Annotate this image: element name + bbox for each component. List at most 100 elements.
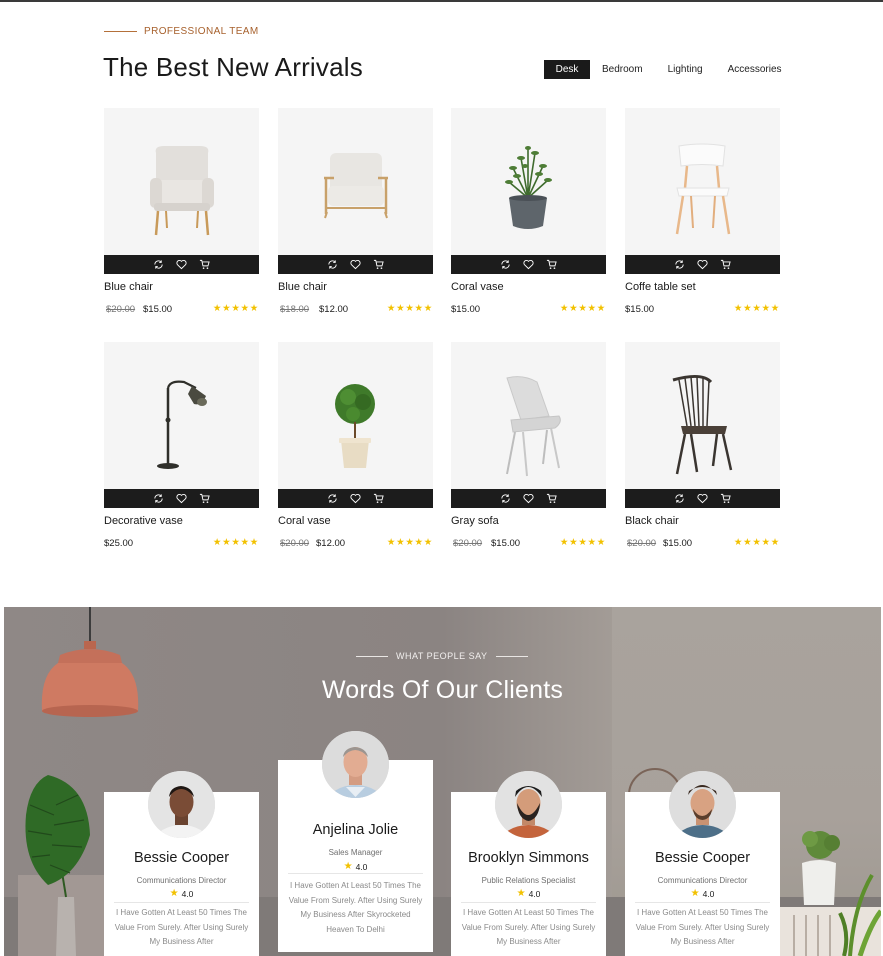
- product-price: $15.00: [451, 304, 481, 315]
- product-card[interactable]: Blue chair $18.00 $12.00 ★★★★★: [278, 108, 433, 323]
- product-price-row: $18.00 $12.00 ★★★★★: [278, 303, 433, 316]
- side-shelf-plant-icon: [780, 831, 881, 956]
- clients-eyebrow: WHAT PEOPLE SAY: [356, 651, 528, 661]
- product-card[interactable]: Coral vase $15.00 ★★★★★: [451, 108, 606, 323]
- cart-icon[interactable]: [373, 259, 385, 271]
- product-image[interactable]: [278, 342, 433, 490]
- product-card[interactable]: Blue chair $20.00 $15.00 ★★★★★: [104, 108, 259, 323]
- heart-icon[interactable]: [176, 493, 188, 505]
- refresh-icon[interactable]: [674, 259, 686, 271]
- divider: [114, 902, 249, 903]
- avatar: [669, 771, 736, 838]
- cart-icon[interactable]: [199, 493, 211, 505]
- product-image[interactable]: [278, 108, 433, 256]
- client-role: Sales Manager: [328, 848, 383, 857]
- product-price: $25.00: [104, 538, 134, 549]
- heart-icon[interactable]: [523, 493, 535, 505]
- product-price-row: $15.00 ★★★★★: [451, 303, 606, 316]
- product-name[interactable]: Coral vase: [278, 515, 331, 527]
- potted-plant-icon: [505, 146, 552, 229]
- product-price: $15.00: [491, 538, 521, 549]
- product-rating-stars: ★★★★★: [212, 537, 259, 548]
- refresh-icon[interactable]: [327, 493, 339, 505]
- eyebrow-text: PROFESSIONAL TEAM: [144, 26, 259, 37]
- avatar: [322, 731, 389, 798]
- refresh-icon[interactable]: [500, 493, 512, 505]
- topiary-plant-icon: [335, 384, 375, 468]
- star-icon: ★: [169, 888, 179, 899]
- armchair-icon: [150, 146, 214, 236]
- product-old-price: $18.00: [280, 304, 310, 315]
- product-card[interactable]: Gray sofa $20.00 $15.00 ★★★★★: [451, 342, 606, 557]
- product-card[interactable]: Coffe table set $15.00 ★★★★★: [625, 108, 780, 323]
- monstera-plant-icon: [18, 775, 113, 956]
- heart-icon[interactable]: [697, 259, 709, 271]
- cart-icon[interactable]: [546, 493, 558, 505]
- product-name[interactable]: Gray sofa: [451, 515, 499, 527]
- product-image[interactable]: [104, 108, 259, 256]
- arrivals-eyebrow: PROFESSIONAL TEAM: [104, 26, 259, 37]
- clients-title: Words Of Our Clients: [321, 676, 564, 704]
- rating-value: 4.0: [528, 888, 541, 899]
- product-name[interactable]: Decorative vase: [104, 515, 183, 527]
- filter-lighting[interactable]: Lighting: [668, 60, 703, 79]
- heart-icon[interactable]: [523, 259, 535, 271]
- eyebrow-line: [356, 655, 388, 657]
- product-price-row: $20.00 $15.00 ★★★★★: [625, 537, 780, 550]
- refresh-icon[interactable]: [327, 259, 339, 271]
- refresh-icon[interactable]: [153, 259, 165, 271]
- divider: [461, 902, 596, 903]
- product-image[interactable]: [451, 108, 606, 256]
- refresh-icon[interactable]: [153, 493, 165, 505]
- cart-icon[interactable]: [720, 493, 732, 505]
- product-image[interactable]: [451, 342, 606, 490]
- dining-chair-icon: [675, 143, 731, 235]
- avatar: [495, 771, 562, 838]
- star-icon: ★: [516, 888, 526, 899]
- product-old-price: $20.00: [627, 538, 657, 549]
- cart-icon[interactable]: [720, 259, 732, 271]
- filter-bedroom[interactable]: Bedroom: [602, 60, 643, 79]
- cart-icon[interactable]: [546, 259, 558, 271]
- filter-accessories[interactable]: Accessories: [728, 60, 782, 79]
- product-card[interactable]: Coral vase $20.00 $12.00 ★★★★★: [278, 342, 433, 557]
- product-image[interactable]: [625, 342, 780, 490]
- product-name[interactable]: Black chair: [625, 515, 679, 527]
- heart-icon[interactable]: [176, 259, 188, 271]
- floor-lamp-icon: [157, 380, 207, 469]
- divider: [288, 873, 423, 874]
- heart-icon[interactable]: [697, 493, 709, 505]
- product-price: $15.00: [625, 304, 655, 315]
- star-icon: ★: [690, 888, 700, 899]
- testimonial-card: Bessie Cooper Communications Director ★ …: [625, 771, 780, 956]
- product-actions: [451, 489, 606, 508]
- product-card[interactable]: Black chair $20.00 $15.00 ★★★★★: [625, 342, 780, 557]
- product-name[interactable]: Coffe table set: [625, 281, 696, 293]
- rating-value: 4.0: [355, 861, 368, 872]
- product-price-row: $25.00 ★★★★★: [104, 537, 259, 550]
- product-price: $12.00: [319, 304, 349, 315]
- product-price: $15.00: [143, 304, 173, 315]
- cart-icon[interactable]: [373, 493, 385, 505]
- heart-icon[interactable]: [350, 493, 362, 505]
- product-name[interactable]: Blue chair: [104, 281, 153, 293]
- filter-desk[interactable]: Desk: [544, 60, 590, 79]
- product-image[interactable]: [104, 342, 259, 490]
- client-name: Bessie Cooper: [654, 850, 751, 866]
- client-name: Bessie Cooper: [133, 850, 230, 866]
- product-image[interactable]: [625, 108, 780, 256]
- product-rating-stars: ★★★★★: [386, 303, 433, 314]
- heart-icon[interactable]: [350, 259, 362, 271]
- product-card[interactable]: Decorative vase $25.00 ★★★★★: [104, 342, 259, 557]
- star-icon: ★: [343, 861, 353, 872]
- product-name[interactable]: Blue chair: [278, 281, 327, 293]
- product-name[interactable]: Coral vase: [451, 281, 504, 293]
- divider: [635, 902, 770, 903]
- rating-value: 4.0: [181, 888, 194, 899]
- eyebrow-text: WHAT PEOPLE SAY: [396, 651, 488, 661]
- cart-icon[interactable]: [199, 259, 211, 271]
- refresh-icon[interactable]: [674, 493, 686, 505]
- client-quote: I Have Gotten At Least 50 Times The Valu…: [114, 908, 249, 946]
- client-rating: ★ 4.0: [104, 888, 259, 899]
- refresh-icon[interactable]: [500, 259, 512, 271]
